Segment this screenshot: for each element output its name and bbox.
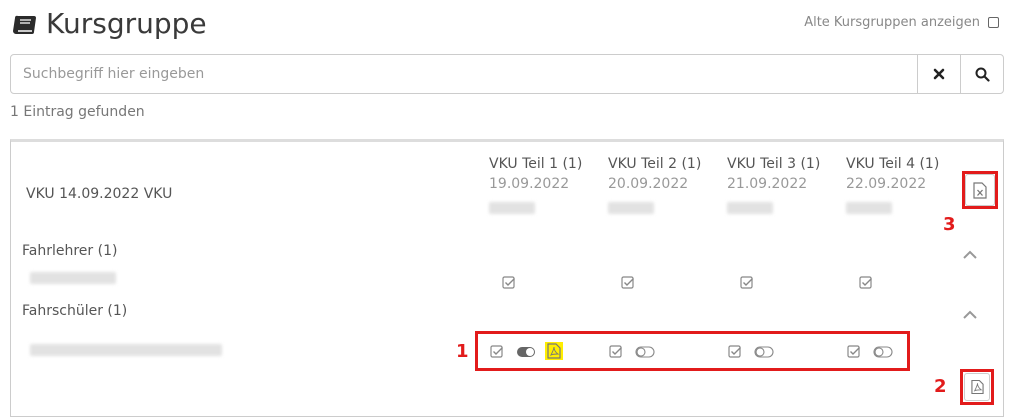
students-section-label: Fahrschüler (1) xyxy=(22,303,128,319)
part-date: 21.09.2022 xyxy=(727,176,808,192)
course-part-1: VKU Teil 1 (1) 19.09.2022 xyxy=(489,156,609,214)
chevron-up-icon[interactable] xyxy=(962,250,978,260)
annotation-box-3 xyxy=(962,171,998,209)
checkbox-checked-icon[interactable] xyxy=(621,276,635,290)
search-button[interactable] xyxy=(960,55,1003,93)
part-redacted-info xyxy=(727,202,773,214)
annotation-box-1 xyxy=(475,331,910,371)
show-old-groups-label: Alte Kursgruppen anzeigen xyxy=(804,15,980,30)
book-icon xyxy=(13,15,36,34)
part-title: VKU Teil 2 (1) xyxy=(608,156,702,172)
show-old-groups-checkbox[interactable] xyxy=(988,17,999,28)
course-part-2: VKU Teil 2 (1) 20.09.2022 xyxy=(608,156,728,214)
close-icon xyxy=(933,68,945,80)
instructors-section-label: Fahrlehrer (1) xyxy=(22,243,118,259)
search-bar xyxy=(10,54,1004,94)
annotation-box-2 xyxy=(960,369,994,405)
clear-search-button[interactable] xyxy=(917,55,960,93)
chevron-up-icon[interactable] xyxy=(962,310,978,320)
course-name: VKU 14.09.2022 VKU xyxy=(26,186,173,202)
part-redacted-info xyxy=(608,202,654,214)
part-date: 19.09.2022 xyxy=(489,176,570,192)
course-part-3: VKU Teil 3 (1) 21.09.2022 xyxy=(727,156,847,214)
annotation-label-3: 3 xyxy=(943,214,956,235)
checkbox-checked-icon[interactable] xyxy=(859,276,873,290)
part-redacted-info xyxy=(489,202,535,214)
part-title: VKU Teil 4 (1) xyxy=(846,156,940,172)
part-date: 20.09.2022 xyxy=(608,176,689,192)
page-title: Kursgruppe xyxy=(46,7,207,40)
part-title: VKU Teil 1 (1) xyxy=(489,156,583,172)
search-input[interactable] xyxy=(11,55,917,93)
annotation-label-2: 2 xyxy=(934,376,947,397)
checkbox-checked-icon[interactable] xyxy=(502,276,516,290)
part-date: 22.09.2022 xyxy=(846,176,927,192)
instructor-name-redacted xyxy=(30,272,116,284)
annotation-label-1: 1 xyxy=(456,341,469,362)
search-icon xyxy=(975,67,990,82)
part-redacted-info xyxy=(846,202,892,214)
result-count: 1 Eintrag gefunden xyxy=(10,104,145,120)
checkbox-checked-icon[interactable] xyxy=(740,276,754,290)
part-title: VKU Teil 3 (1) xyxy=(727,156,821,172)
show-old-groups-toggle[interactable]: Alte Kursgruppen anzeigen xyxy=(804,15,999,30)
course-part-4: VKU Teil 4 (1) 22.09.2022 xyxy=(846,156,966,214)
student-name-redacted xyxy=(30,344,222,356)
